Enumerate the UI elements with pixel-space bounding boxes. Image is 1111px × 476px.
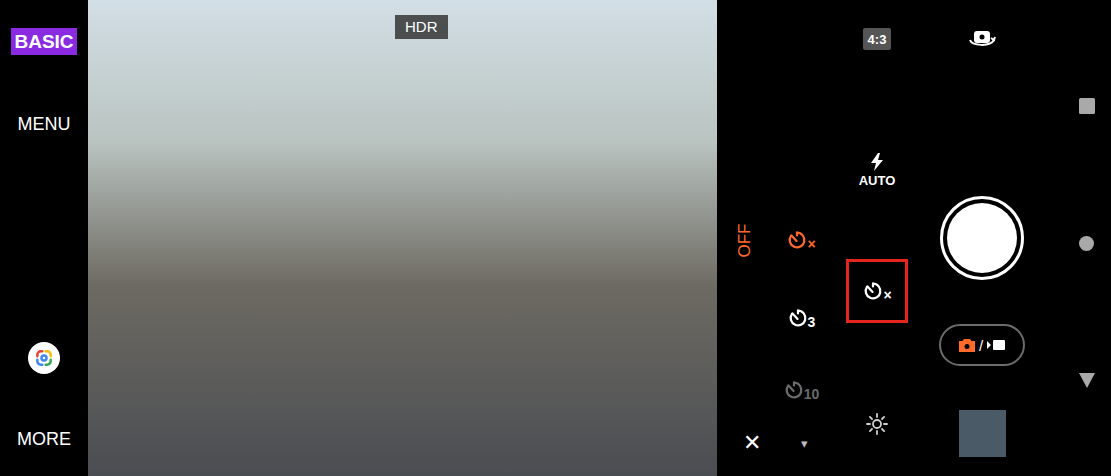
timer-icon [786, 229, 808, 251]
back-icon[interactable] [1079, 373, 1095, 388]
hdr-indicator: HDR [395, 15, 448, 39]
left-bar: BASIC MENU MORE [0, 0, 88, 476]
more-button[interactable]: MORE [17, 426, 71, 453]
timer-option-row: 3 [717, 290, 832, 346]
video-mode-icon [987, 339, 1005, 351]
switch-camera-icon[interactable] [967, 26, 997, 50]
timer-option[interactable]: × [786, 229, 815, 251]
timer-option[interactable]: 3 [787, 307, 816, 329]
off-label: OFF [736, 223, 753, 257]
shutter-column: / [922, 0, 1042, 476]
expand-button[interactable]: ▾ [801, 437, 808, 450]
timer-option[interactable]: 10 [783, 379, 820, 401]
mode-toggle[interactable]: / [939, 324, 1025, 366]
flash-button[interactable]: AUTO [859, 153, 896, 189]
viewfinder: HDR [88, 0, 717, 476]
home-icon[interactable] [1079, 236, 1094, 251]
camera-app: BASICMENUMOREHDROFF×310✕▾4:3AUTO×/ [0, 0, 1111, 476]
close-button[interactable]: ✕ [743, 432, 761, 454]
recents-icon[interactable] [1079, 98, 1095, 114]
timer-icon [783, 379, 805, 401]
nav-bar [1042, 0, 1111, 476]
aspect-ratio-button[interactable]: 4:3 [863, 28, 892, 50]
mode-badge[interactable]: BASIC [11, 28, 76, 55]
gallery-thumbnail[interactable] [959, 410, 1006, 457]
brightness-icon[interactable] [865, 412, 889, 436]
shutter-button[interactable] [940, 196, 1024, 280]
photo-mode-icon [959, 339, 975, 352]
control-panel: OFF×310✕▾4:3AUTO×/ [717, 0, 1111, 476]
timer-option-row: OFF × [717, 212, 832, 268]
timer-icon [787, 307, 809, 329]
timer-icon [862, 280, 884, 302]
google-lens-icon [34, 348, 54, 368]
timer-option-row: 10 [717, 362, 832, 418]
timer-popup: OFF×310✕▾ [717, 0, 832, 476]
lens-button[interactable] [28, 342, 60, 374]
menu-button[interactable]: MENU [18, 111, 71, 138]
current-timer[interactable]: × [862, 280, 891, 302]
settings-column: 4:3 AUTO × [832, 0, 922, 476]
popup-footer: ✕▾ [717, 420, 832, 466]
mode-separator: / [979, 338, 983, 353]
flash-icon [871, 153, 883, 171]
current-timer-button[interactable]: × [846, 259, 908, 323]
